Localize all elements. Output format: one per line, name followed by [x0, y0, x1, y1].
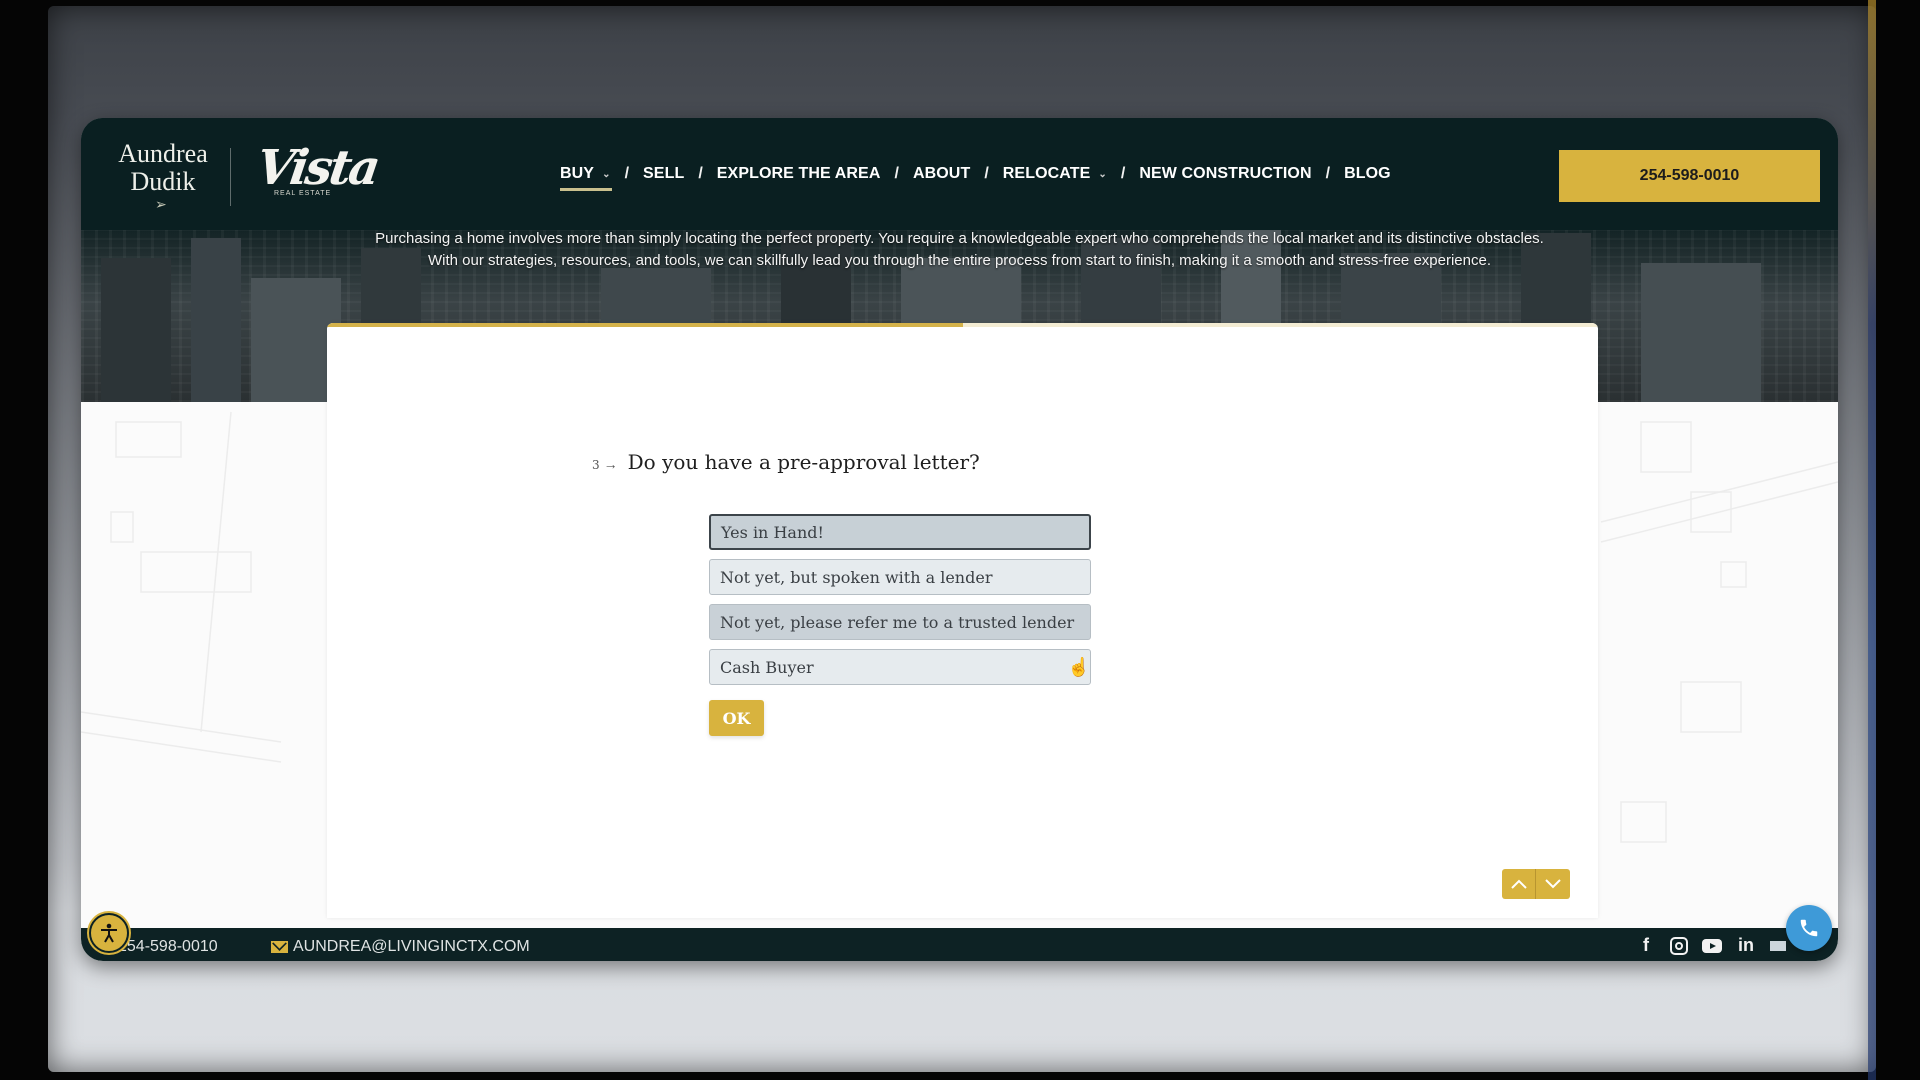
- social-links: f in: [1636, 935, 1786, 956]
- question-navigation: [1502, 869, 1570, 899]
- accessibility-icon: [101, 923, 117, 943]
- facebook-icon[interactable]: f: [1636, 935, 1656, 956]
- intro-text: Purchasing a home involves more than sim…: [375, 230, 1544, 269]
- partner-logo[interactable]: Vista: [253, 140, 381, 196]
- progress-bar: [327, 323, 1598, 327]
- ok-button[interactable]: OK: [709, 700, 764, 736]
- form-card: 3 → Do you have a pre-approval letter? Y…: [327, 323, 1598, 918]
- youtube-icon[interactable]: [1702, 938, 1722, 953]
- website: Aundrea Dudik ➢ Vista REAL ESTATE BUY ⌄ …: [81, 118, 1838, 961]
- nav-item-blog[interactable]: BLOG: [1344, 165, 1391, 183]
- option-spoken-with-lender[interactable]: Not yet, but spoken with a lender: [709, 559, 1091, 595]
- chevron-down-icon: ⌄: [602, 168, 611, 180]
- previous-question-button[interactable]: [1502, 869, 1536, 899]
- answer-options: Yes in Hand! Not yet, but spoken with a …: [709, 514, 1091, 694]
- option-cash-buyer[interactable]: Cash Buyer ☝: [709, 649, 1091, 685]
- main-nav: BUY ⌄ / SELL / EXPLORE THE AREA / ABOUT …: [560, 162, 1391, 191]
- footer-bar: 254-598-0010 AUNDREA@LIVINGINCTX.COM f i…: [81, 928, 1838, 961]
- logo-divider: [230, 148, 231, 206]
- question-number: 3: [592, 458, 600, 472]
- footer-phone-link[interactable]: 254-598-0010: [118, 938, 218, 956]
- nav-item-relocate[interactable]: RELOCATE ⌄: [1003, 165, 1107, 183]
- partner-logo-subtitle: REAL ESTATE: [274, 190, 332, 197]
- nav-separator: /: [624, 165, 630, 182]
- nav-separator: /: [698, 165, 703, 182]
- screen-edge: [1868, 0, 1876, 1080]
- chevron-down-icon: ⌄: [1098, 168, 1107, 180]
- phone-icon: [1800, 919, 1818, 937]
- instagram-icon[interactable]: [1670, 936, 1688, 955]
- chevron-down-icon: [1545, 879, 1561, 889]
- hummingbird-icon: ➢: [155, 196, 167, 212]
- nav-separator: /: [1120, 165, 1126, 182]
- next-question-button[interactable]: [1536, 869, 1570, 899]
- option-yes-in-hand[interactable]: Yes in Hand!: [709, 514, 1091, 550]
- progress-bar-fill: [327, 323, 963, 327]
- nav-separator: /: [894, 165, 899, 182]
- chevron-up-icon: [1510, 879, 1527, 889]
- hand-pointer-cursor-icon: ☝: [1067, 657, 1090, 678]
- option-refer-trusted-lender[interactable]: Not yet, please refer me to a trusted le…: [709, 604, 1091, 640]
- question-text: Do you have a pre-approval letter?: [627, 450, 980, 474]
- question-header: 3 → Do you have a pre-approval letter?: [592, 450, 980, 474]
- envelope-icon: [271, 941, 288, 953]
- nav-item-sell[interactable]: SELL: [643, 165, 684, 183]
- header-phone-button[interactable]: 254-598-0010: [1559, 150, 1820, 202]
- site-header: Aundrea Dudik ➢ Vista REAL ESTATE BUY ⌄ …: [81, 118, 1838, 230]
- arrow-right-icon: →: [603, 456, 618, 472]
- accessibility-button[interactable]: [89, 913, 129, 953]
- nav-item-explore-the-area[interactable]: EXPLORE THE AREA: [717, 165, 881, 183]
- nav-separator: /: [984, 165, 989, 182]
- nav-separator: /: [1325, 165, 1331, 182]
- brand-logo[interactable]: Aundrea Dudik: [115, 140, 211, 196]
- linkedin-icon[interactable]: in: [1736, 935, 1756, 956]
- footer-email-link[interactable]: AUNDREA@LIVINGINCTX.COM: [271, 938, 530, 956]
- badge-icon: [1770, 940, 1786, 951]
- nav-item-buy[interactable]: BUY ⌄: [560, 165, 612, 191]
- call-button[interactable]: [1786, 905, 1832, 951]
- nav-item-new-construction[interactable]: NEW CONSTRUCTION: [1139, 165, 1311, 183]
- nav-item-about[interactable]: ABOUT: [913, 165, 970, 183]
